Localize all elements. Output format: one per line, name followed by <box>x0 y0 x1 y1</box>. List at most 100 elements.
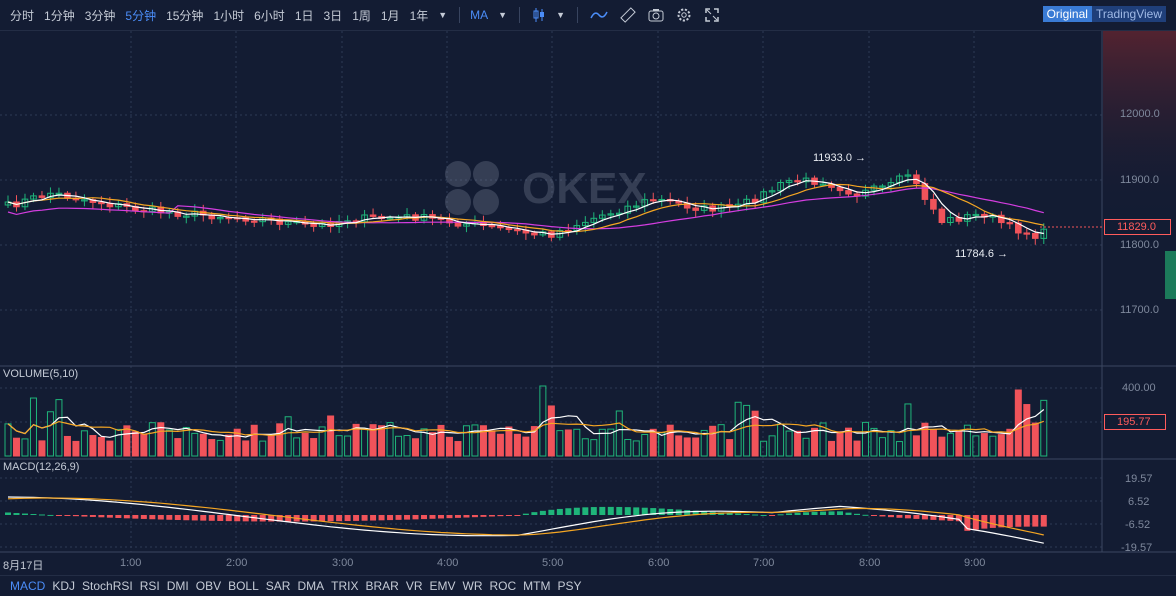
macd-bar <box>166 515 173 520</box>
volume-bar <box>106 440 114 457</box>
volume-bar <box>912 435 920 457</box>
interval-tab[interactable]: 3分钟 <box>85 7 116 24</box>
volume-bar <box>649 428 657 457</box>
indicator-tabs: MACD KDJ StochRSI RSI DMI OBV BOLL SAR D… <box>0 575 1176 596</box>
macd-bar <box>30 514 37 516</box>
volume-bar <box>216 439 224 457</box>
indicator-tab[interactable]: SAR <box>266 579 291 593</box>
candle <box>514 229 521 232</box>
macd-axis-tick: 6.52 <box>1128 496 1150 508</box>
macd-bar <box>64 515 71 516</box>
volume-bar <box>284 416 292 457</box>
interval-tab[interactable]: 分时 <box>10 7 34 24</box>
macd-bar <box>183 515 190 521</box>
interval-tab[interactable]: 1小时 <box>213 7 244 24</box>
volume-bar <box>709 425 717 457</box>
volume-bar <box>760 440 768 457</box>
candle <box>794 180 801 183</box>
interval-tab[interactable]: 1分钟 <box>44 7 75 24</box>
macd-bar <box>573 507 580 515</box>
candlestick-type-icon[interactable] <box>532 7 546 23</box>
price-tick: 11800.0 <box>1120 239 1159 251</box>
indicator-tab[interactable]: VR <box>406 579 423 593</box>
volume-bar <box>140 433 148 457</box>
original-view-button[interactable]: Original <box>1042 6 1092 22</box>
ruler-icon[interactable] <box>620 7 636 23</box>
interval-tab[interactable]: 15分钟 <box>166 7 203 24</box>
indicator-tab[interactable]: DMA <box>297 579 324 593</box>
indicator-select[interactable]: MA <box>470 8 488 22</box>
indicator-tab[interactable]: MTM <box>523 579 550 593</box>
candle <box>310 223 317 227</box>
tradingview-button[interactable]: TradingView <box>1091 6 1166 22</box>
candle <box>930 198 937 210</box>
volume-bar <box>547 405 555 457</box>
indicator-tab[interactable]: BRAR <box>365 579 398 593</box>
time-tick: 1:00 <box>120 557 142 569</box>
volume-bar <box>658 432 666 457</box>
indicator-tab[interactable]: KDJ <box>52 579 75 593</box>
macd-bar <box>565 508 572 515</box>
indicator-tab[interactable]: WR <box>463 579 483 593</box>
candle <box>649 199 657 202</box>
kline-chart[interactable]: OKEX <box>0 31 1176 575</box>
indicator-tab[interactable]: RSI <box>140 579 160 593</box>
macd-panel-title: MACD(12,26,9) <box>3 461 80 473</box>
macd-bar <box>760 514 767 516</box>
macd-bar <box>845 512 852 515</box>
volume-bar <box>955 430 963 457</box>
indicator-tab[interactable]: EMV <box>429 579 455 593</box>
macd-bar <box>5 512 11 515</box>
volume-bar <box>165 429 173 457</box>
indicator-dropdown-icon[interactable]: ▼ <box>498 10 507 20</box>
price-tick: 11700.0 <box>1120 304 1159 316</box>
interval-tab-active[interactable]: 5分钟 <box>125 7 156 24</box>
indicator-tab[interactable]: StochRSI <box>82 579 133 593</box>
volume-bar <box>225 434 233 457</box>
volume-bar <box>590 439 598 457</box>
volume-bar <box>794 430 802 457</box>
depth-bid-area <box>1165 251 1176 299</box>
interval-tab[interactable]: 6小时 <box>254 7 285 24</box>
indicator-tab[interactable]: ROC <box>490 579 517 593</box>
fullscreen-icon[interactable] <box>704 7 720 23</box>
volume-bar <box>666 424 674 457</box>
interval-tab[interactable]: 1日 <box>295 7 314 24</box>
indicator-tab-active[interactable]: MACD <box>10 579 45 593</box>
camera-icon[interactable] <box>648 8 664 22</box>
indicator-tab[interactable]: OBV <box>196 579 221 593</box>
macd-bar <box>1006 515 1013 528</box>
macd-bar <box>302 515 309 522</box>
volume-axis-tick: 400.00 <box>1122 382 1156 394</box>
indicator-tab[interactable]: TRIX <box>331 579 358 593</box>
interval-tab[interactable]: 3日 <box>324 7 343 24</box>
toolbar-divider <box>519 7 521 23</box>
indicator-tab[interactable]: PSY <box>558 579 582 593</box>
candle <box>692 207 699 211</box>
interval-tab[interactable]: 1月 <box>381 7 400 24</box>
macd-bar <box>480 515 487 517</box>
settings-gear-icon[interactable] <box>676 7 692 23</box>
volume-bar <box>378 425 386 457</box>
candle <box>1023 232 1031 235</box>
indicator-tab[interactable]: DMI <box>167 579 189 593</box>
macd-bar <box>437 515 444 519</box>
interval-tab[interactable]: 1周 <box>352 7 371 24</box>
volume-bar <box>632 440 640 457</box>
high-price-annotation: 11933.0 → <box>813 152 867 164</box>
volume-bar <box>361 427 369 457</box>
macd-bar <box>217 515 224 521</box>
indicator-tab[interactable]: BOLL <box>228 579 259 593</box>
macd-bar <box>828 511 835 515</box>
line-tool-icon[interactable] <box>590 9 608 21</box>
macd-bar <box>454 515 461 518</box>
macd-bar <box>13 513 20 515</box>
macd-bar <box>752 514 759 516</box>
volume-bar <box>395 435 403 457</box>
interval-dropdown-icon[interactable]: ▼ <box>438 10 447 20</box>
chart-type-dropdown-icon[interactable]: ▼ <box>556 10 565 20</box>
volume-bar <box>683 437 691 457</box>
macd-bar <box>174 515 181 521</box>
interval-tab[interactable]: 1年 <box>410 7 429 24</box>
volume-bar <box>997 434 1005 457</box>
